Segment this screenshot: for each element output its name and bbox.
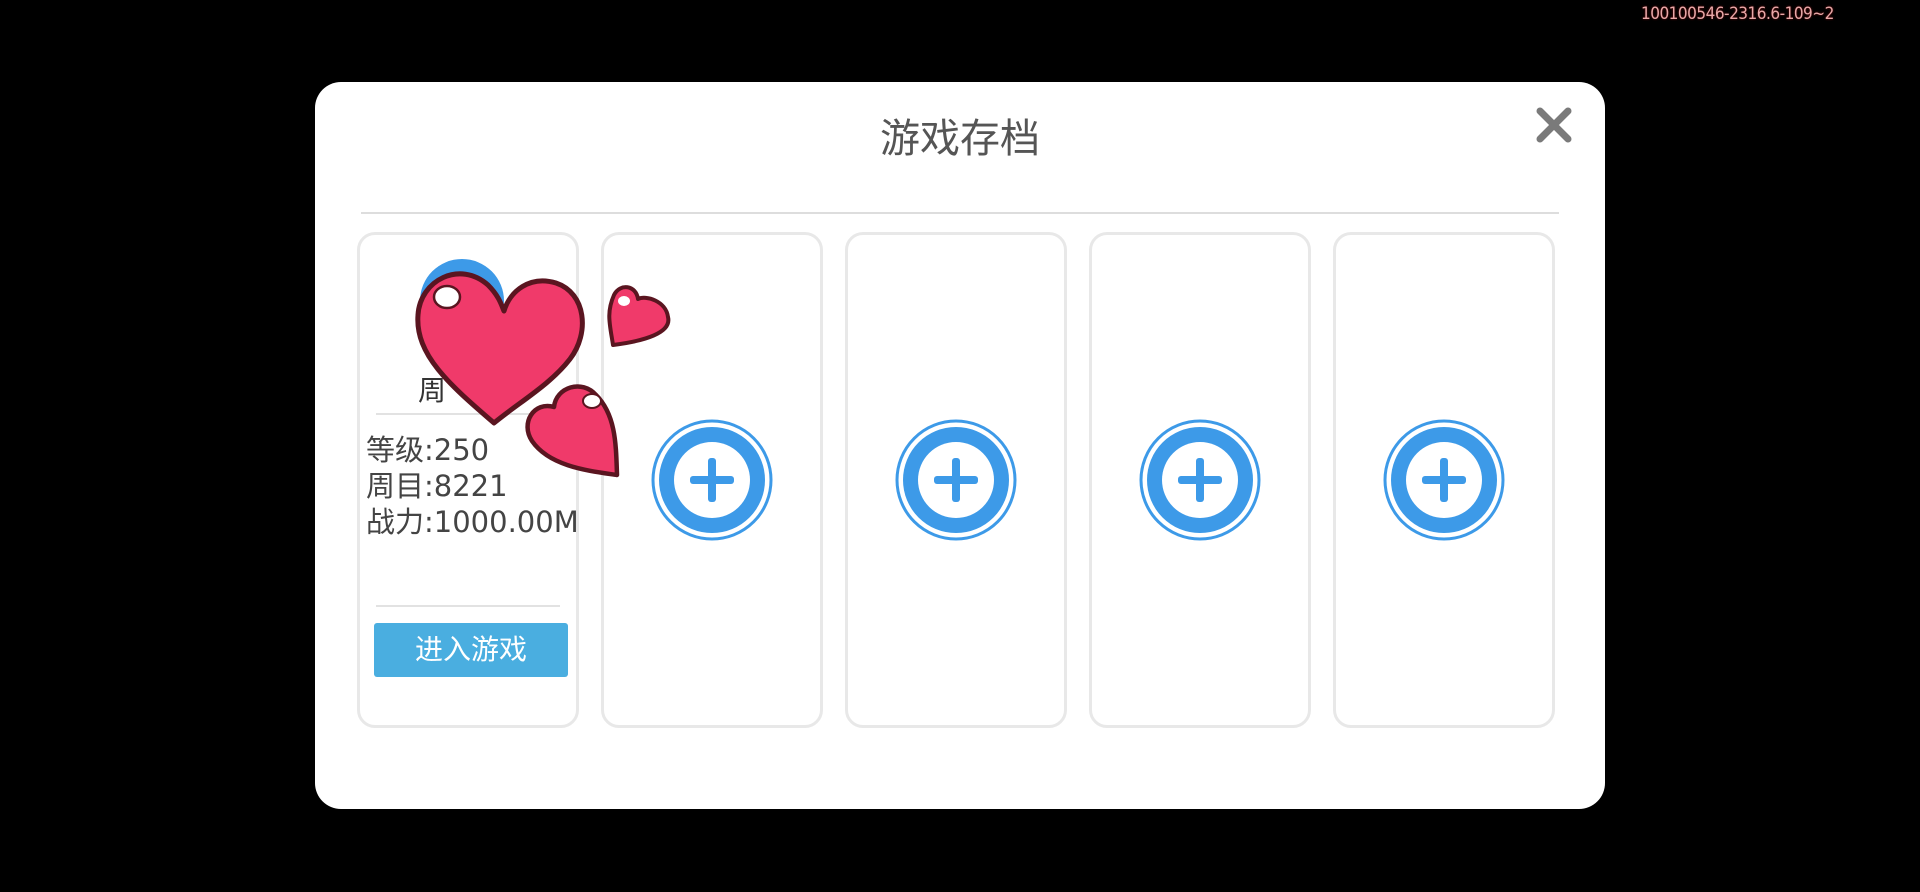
add-save-button[interactable] [650,418,774,542]
empty-slot-2[interactable] [601,232,823,728]
slot-divider [376,605,560,607]
enter-game-button[interactable]: 进入游戏 [374,623,568,677]
save-name: 周 [418,374,447,407]
avatar [420,259,504,343]
dialog-title: 游戏存档 [880,116,1040,162]
add-save-button[interactable] [894,418,1018,542]
add-icon [1139,419,1261,541]
empty-slot-5[interactable] [1333,232,1555,728]
close-icon [1536,107,1572,143]
add-icon [651,419,773,541]
title-divider [361,212,1559,214]
save-dialog: 游戏存档 周 等级:250 周目:8221 战力:1000.00M 进入游戏 [315,82,1605,809]
power-stat: 战力:1000.00M [366,505,579,539]
add-save-button[interactable] [1138,418,1262,542]
add-icon [895,419,1017,541]
empty-slot-4[interactable] [1089,232,1311,728]
add-icon [1383,419,1505,541]
close-button[interactable] [1531,102,1577,148]
add-save-button[interactable] [1382,418,1506,542]
slot-divider [376,413,560,415]
empty-slot-3[interactable] [845,232,1067,728]
save-slot-1[interactable]: 周 等级:250 周目:8221 战力:1000.00M 进入游戏 [357,232,579,728]
build-version-label: 100100546-2316.6-109~2 [1641,4,1834,24]
